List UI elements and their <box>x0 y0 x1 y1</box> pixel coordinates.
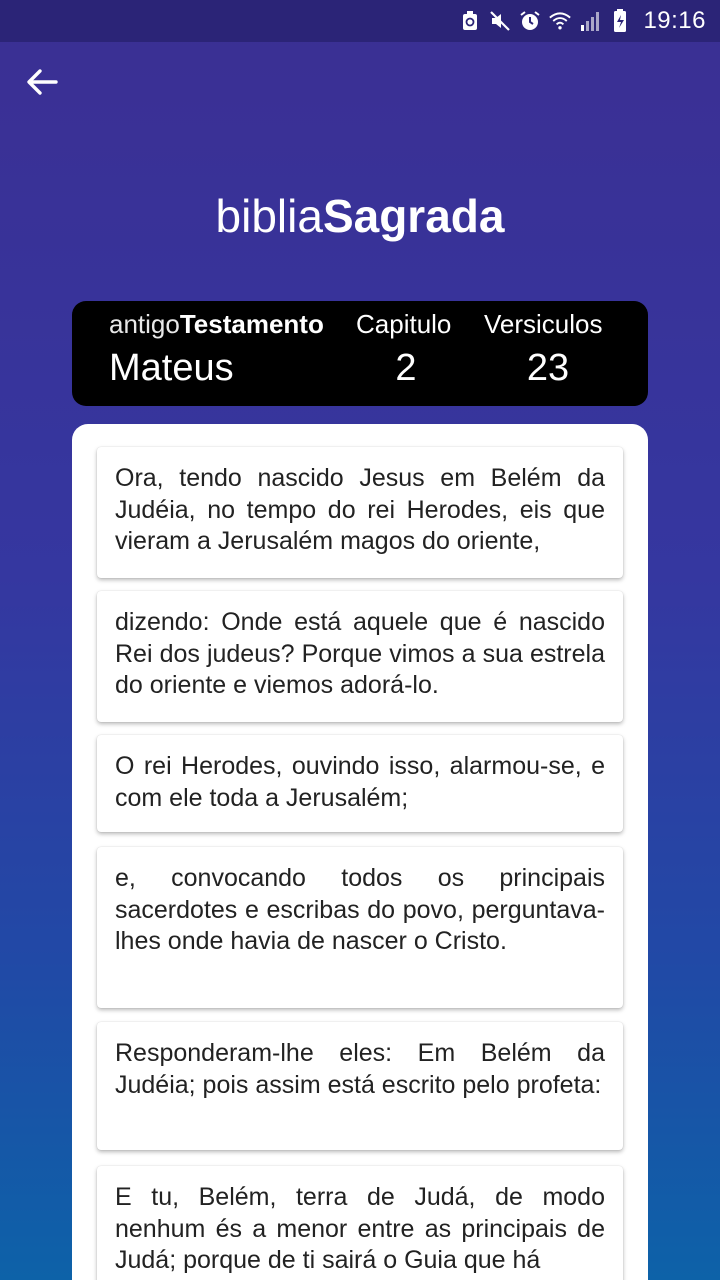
battery-icon <box>609 9 631 32</box>
verse-card[interactable]: E tu, Belém, terra de Judá, de modo nenh… <box>97 1166 623 1280</box>
verses-count: 23 <box>526 347 570 389</box>
testament-label-bold: Testamento <box>179 309 324 339</box>
testament-label: antigoTestamento <box>109 309 324 340</box>
chapter-info-bar: antigoTestamento Mateus Capitulo 2 Versi… <box>72 301 648 406</box>
verse-text: E tu, Belém, terra de Judá, de modo nenh… <box>115 1183 605 1274</box>
verse-card[interactable]: Responderam-lhe eles: Em Belém da Judéia… <box>97 1022 623 1150</box>
signal-icon <box>579 10 601 32</box>
back-button[interactable] <box>22 64 62 104</box>
verse-list-panel[interactable]: Ora, tendo nascido Jesus em Belém da Jud… <box>72 424 648 1280</box>
app-title-bold: Sagrada <box>322 190 505 242</box>
app-title-light: biblia <box>215 190 323 242</box>
book-column: antigoTestamento Mateus <box>109 301 349 406</box>
chapter-label: Capitulo <box>356 309 452 339</box>
android-sync-icon <box>459 10 481 32</box>
verse-text: Responderam-lhe eles: Em Belém da Judéia… <box>115 1039 605 1099</box>
app-title: bibliaSagrada <box>0 188 720 244</box>
testament-label-light: antigo <box>109 309 180 339</box>
arrow-left-icon <box>24 64 60 105</box>
verse-card[interactable]: e, convocando todos os principais sacerd… <box>97 847 623 1008</box>
status-bar: 19:16 <box>0 0 720 42</box>
verse-card[interactable]: dizendo: Onde está aquele que é nascido … <box>97 591 623 722</box>
alarm-icon <box>519 10 541 32</box>
verse-text: dizendo: Onde está aquele que é nascido … <box>115 608 605 699</box>
verse-card[interactable]: Ora, tendo nascido Jesus em Belém da Jud… <box>97 447 623 578</box>
status-time: 19:16 <box>643 7 706 34</box>
verse-text: Ora, tendo nascido Jesus em Belém da Jud… <box>115 464 605 555</box>
wifi-icon <box>549 10 572 32</box>
verse-text: e, convocando todos os principais sacerd… <box>115 864 605 955</box>
verses-label: Versiculos <box>484 309 603 339</box>
verse-card[interactable]: O rei Herodes, ouvindo isso, alarmou-se,… <box>97 735 623 832</box>
mute-icon <box>489 10 511 32</box>
verse-text: O rei Herodes, ouvindo isso, alarmou-se,… <box>115 752 605 812</box>
verses-column: Versiculos 23 <box>484 301 612 406</box>
chapter-number: 2 <box>395 347 417 389</box>
book-name: Mateus <box>109 347 234 389</box>
chapter-column: Capitulo 2 <box>356 301 456 406</box>
